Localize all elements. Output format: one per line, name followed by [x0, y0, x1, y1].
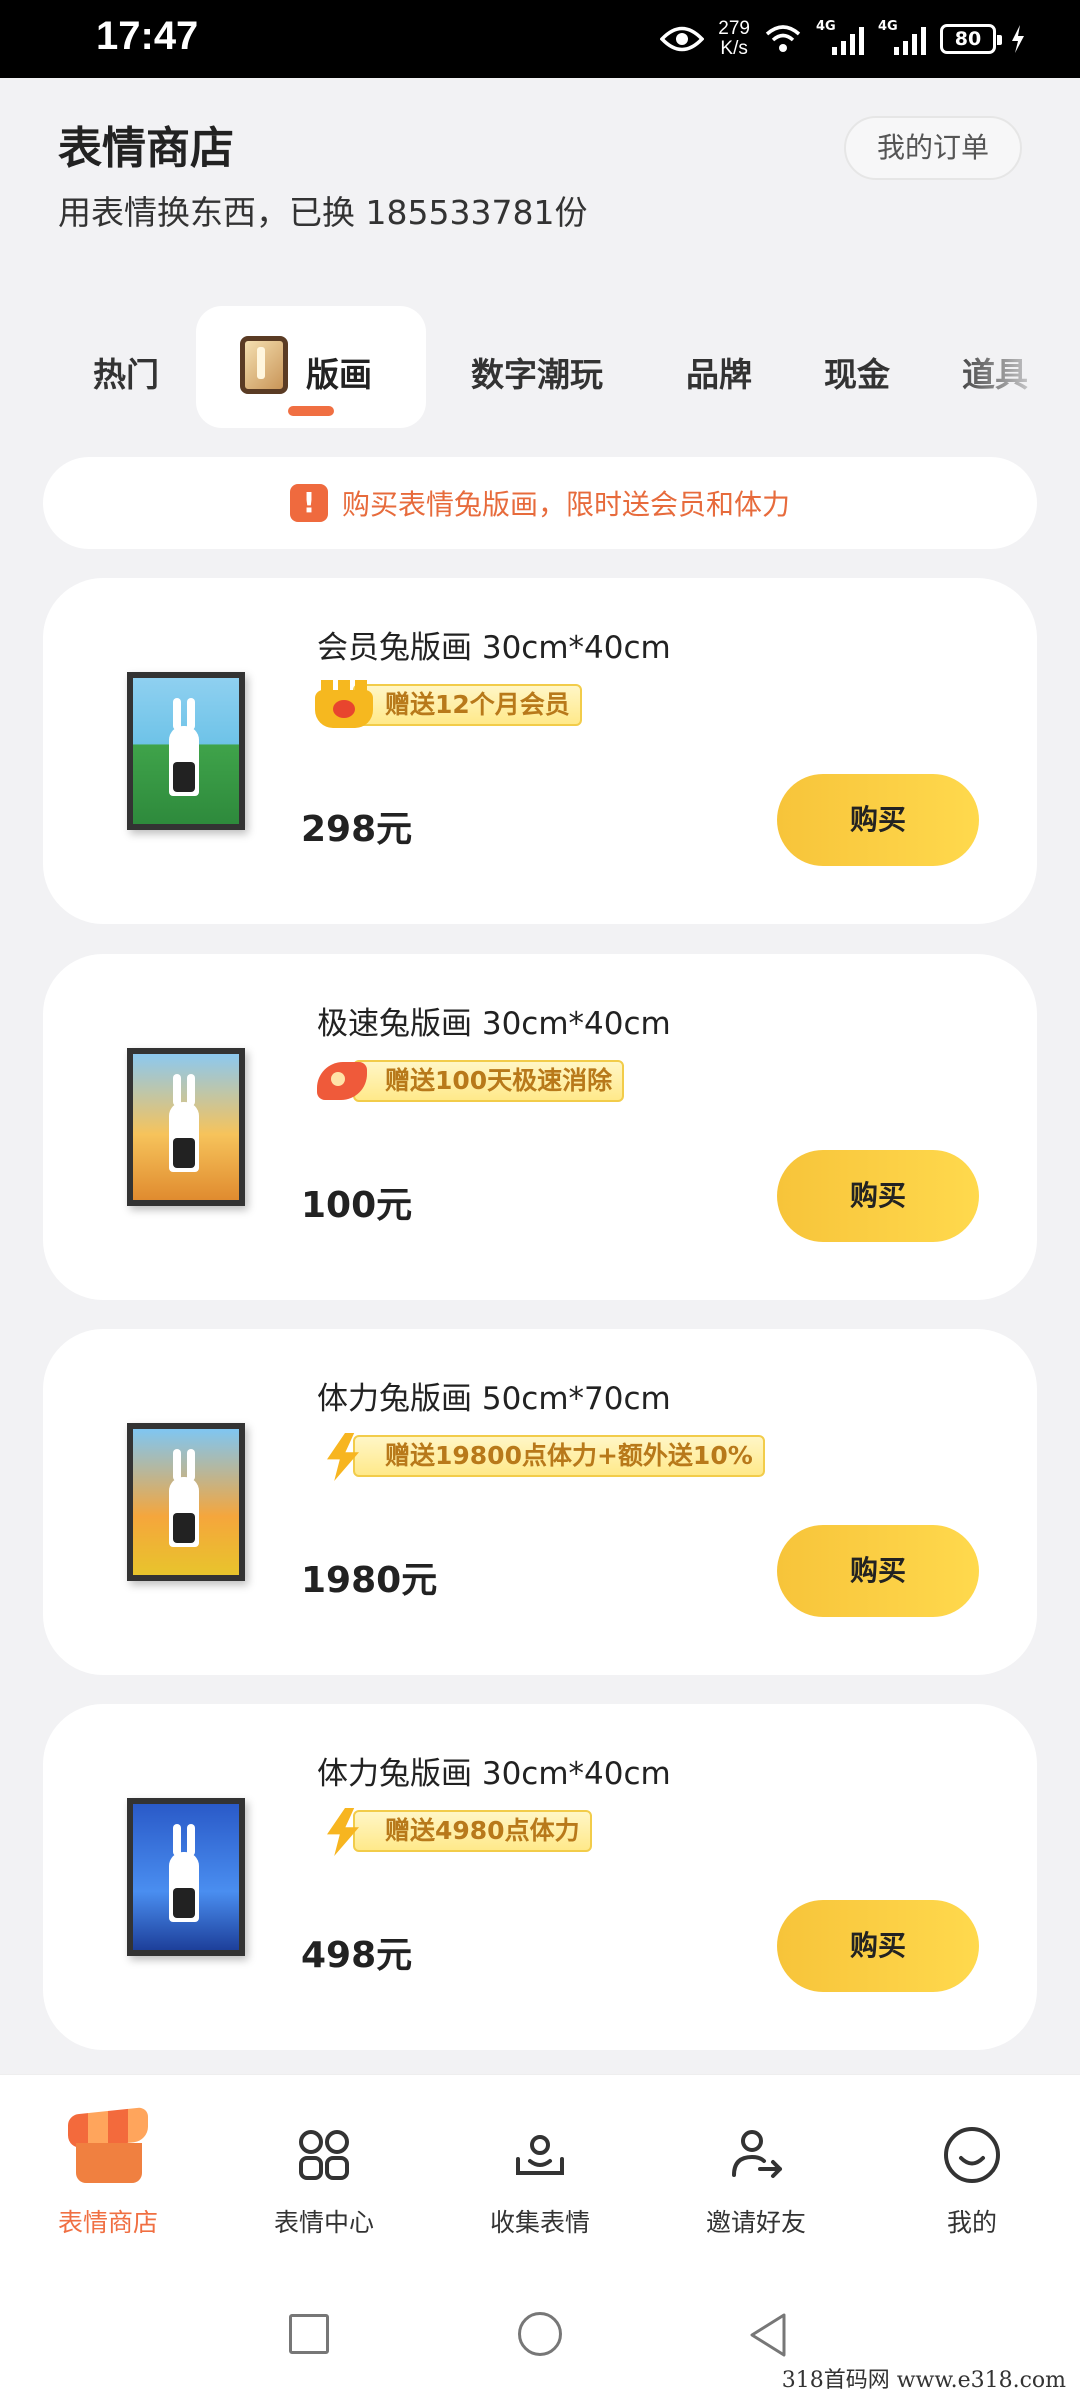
- network-type-2: 4G: [878, 19, 898, 34]
- speed-unit: K/s: [720, 38, 748, 59]
- member-rabbit-print-image: [127, 672, 245, 830]
- page-title: 表情商店: [58, 123, 234, 174]
- status-icons: 279 K/s 4G 4G 80: [660, 14, 1026, 64]
- status-bar: 17:47 279 K/s 4G 4G 80: [0, 0, 1080, 78]
- signal-icon-2: 4G: [878, 19, 926, 55]
- tab-digital-toys[interactable]: 数字潮玩: [471, 348, 603, 396]
- gift-text: 赠送4980点体力: [353, 1810, 592, 1852]
- collect-icon: [516, 2135, 564, 2175]
- grid-icon: [299, 2130, 349, 2180]
- product-card[interactable]: 体力兔版画 50cm*70cm 赠送19800点体力+额外送10% 1980元 …: [43, 1329, 1037, 1675]
- tab-prints-label: 版画: [306, 355, 372, 394]
- eye-icon: [660, 26, 705, 52]
- status-time: 17:47: [96, 14, 199, 58]
- speed-value: 279: [718, 18, 750, 39]
- nav-label-invite: 邀请好友: [705, 2208, 806, 2237]
- product-name: 体力兔版画 50cm*70cm: [317, 1381, 671, 1417]
- tab-cash[interactable]: 现金: [824, 348, 890, 396]
- lightning-icon: [313, 1806, 375, 1856]
- recent-apps-icon[interactable]: [289, 2314, 329, 2354]
- stamina-rabbit-print-image: [127, 1798, 245, 1956]
- nav-item-shop[interactable]: 表情商店: [0, 2075, 216, 2255]
- nav-item-collect[interactable]: 收集表情: [432, 2075, 648, 2255]
- charging-icon: [1012, 25, 1024, 53]
- battery-icon: 80: [940, 24, 1002, 54]
- promo-notice-text: 购买表情兔版画，限时送会员和体力: [341, 488, 790, 521]
- product-price: 498元: [301, 1935, 413, 1976]
- bottom-nav: 表情商店 表情中心 收集表情 邀请好友 我的: [0, 2074, 1080, 2284]
- product-price: 298元: [301, 809, 413, 850]
- back-icon[interactable]: [748, 2312, 788, 2358]
- product-name: 体力兔版画 30cm*40cm: [317, 1756, 671, 1792]
- tab-hot[interactable]: 热门: [93, 348, 159, 396]
- nav-label-center: 表情中心: [273, 2208, 374, 2237]
- home-icon[interactable]: [518, 2312, 562, 2356]
- product-price: 100元: [301, 1185, 413, 1226]
- promo-notice[interactable]: ! 购买表情兔版画，限时送会员和体力: [43, 457, 1037, 549]
- crown-icon: [313, 680, 375, 730]
- system-nav-bar: 318首码网 www.e318.com: [0, 2284, 1080, 2400]
- page-subtitle: 用表情换东西，已换 185533781份: [58, 193, 588, 232]
- network-speed: 279 K/s: [718, 19, 750, 59]
- invite-icon: [732, 2130, 782, 2178]
- shop-icon: [68, 2095, 148, 2185]
- nav-item-center[interactable]: 表情中心: [216, 2075, 432, 2255]
- lightning-icon: [313, 1431, 375, 1481]
- nav-label-me: 我的: [946, 2208, 997, 2237]
- gift-text: 赠送12个月会员: [353, 684, 582, 726]
- product-name: 会员兔版画 30cm*40cm: [317, 630, 671, 666]
- watermark: 318首码网 www.e318.com: [781, 2368, 1066, 2393]
- product-card[interactable]: 会员兔版画 30cm*40cm 赠送12个月会员 298元 购买: [43, 578, 1037, 924]
- buy-button[interactable]: 购买: [777, 774, 979, 866]
- buy-button[interactable]: 购买: [777, 1525, 979, 1617]
- nav-label-collect: 收集表情: [489, 2208, 590, 2237]
- speed-rabbit-print-image: [127, 1048, 245, 1206]
- wifi-icon: [765, 25, 801, 52]
- signal-icon: 4G: [816, 19, 864, 55]
- gift-text: 赠送100天极速消除: [353, 1060, 625, 1102]
- buy-button[interactable]: 购买: [777, 1900, 979, 1992]
- product-card[interactable]: 体力兔版画 30cm*40cm 赠送4980点体力 498元 购买: [43, 1704, 1037, 2050]
- smile-icon: [944, 2127, 1000, 2183]
- gift-badge: 赠送4980点体力: [313, 1806, 592, 1856]
- product-name: 极速兔版画 30cm*40cm: [317, 1006, 671, 1042]
- stamina-rabbit-print-large-image: [127, 1423, 245, 1581]
- rocket-icon: [313, 1056, 375, 1106]
- product-price: 1980元: [301, 1560, 438, 1601]
- gift-badge: 赠送12个月会员: [313, 680, 582, 730]
- exclamation-icon: !: [289, 484, 328, 522]
- gift-badge: 赠送100天极速消除: [313, 1056, 625, 1106]
- product-card[interactable]: 极速兔版画 30cm*40cm 赠送100天极速消除 100元 购买: [43, 954, 1037, 1300]
- tabs-fade-overlay: [950, 306, 1080, 432]
- nav-item-me[interactable]: 我的: [864, 2075, 1080, 2255]
- tab-prints[interactable]: 版画: [196, 306, 426, 428]
- tab-active-indicator: [288, 406, 334, 416]
- network-type-1: 4G: [816, 19, 836, 34]
- my-orders-button[interactable]: 我的订单: [844, 116, 1022, 180]
- nav-item-invite[interactable]: 邀请好友: [648, 2075, 864, 2255]
- frame-icon: [240, 336, 288, 394]
- gift-badge: 赠送19800点体力+额外送10%: [313, 1431, 765, 1481]
- gift-text: 赠送19800点体力+额外送10%: [353, 1435, 765, 1477]
- category-tabs: 热门 版画 数字潮玩 品牌 现金 道具: [0, 306, 1080, 432]
- buy-button[interactable]: 购买: [777, 1150, 979, 1242]
- nav-label-shop: 表情商店: [57, 2208, 158, 2237]
- tab-brand[interactable]: 品牌: [686, 348, 752, 396]
